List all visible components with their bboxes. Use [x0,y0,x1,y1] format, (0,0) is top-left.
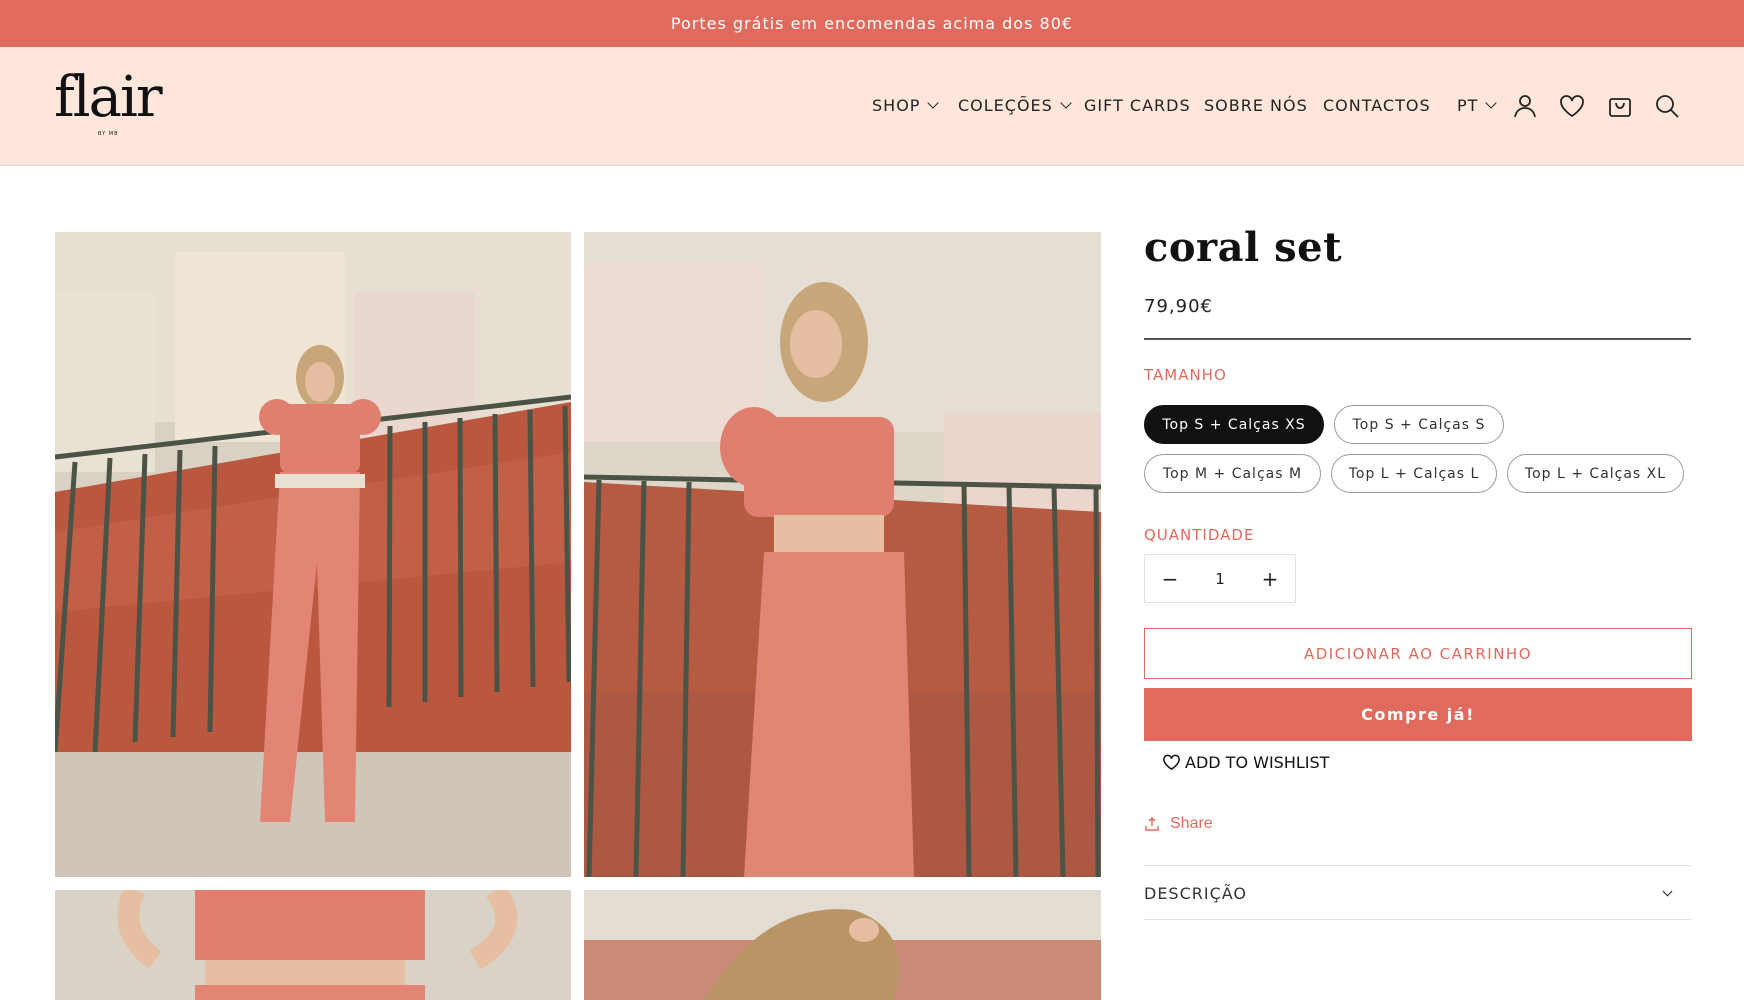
increase-quantity-button[interactable]: + [1245,555,1295,602]
product-photo-4[interactable] [584,890,1101,1000]
add-to-cart-button[interactable]: ADICIONAR AO CARRINHO [1144,628,1692,679]
site-header: flair BY MB SHOP COLEÇÕES GIFT CARDS SOB… [0,47,1744,166]
nav-item-gift-cards[interactable]: GIFT CARDS [1084,96,1191,115]
language-label: PT [1457,96,1479,115]
quantity-label: QUANTIDADE [1144,526,1255,544]
divider [1144,865,1691,866]
wishlist-label: ADD TO WISHLIST [1185,753,1330,772]
cart-icon[interactable] [1606,92,1634,120]
description-accordion[interactable]: DESCRIÇÃO [1144,867,1691,919]
product-photo-2[interactable] [584,232,1101,877]
chevron-down-icon [1485,97,1498,109]
brand-logo[interactable]: flair [54,70,166,138]
announcement-text: Portes grátis em encomendas acima dos 80… [670,14,1074,33]
size-option-top-l-calcas-xl[interactable]: Top L + Calças XL [1507,454,1684,493]
share-label: Share [1170,815,1213,832]
chevron-down-icon [927,97,940,109]
product-title: coral set [1144,224,1343,271]
size-option-top-l-calcas-l[interactable]: Top L + Calças L [1331,454,1497,493]
nav-item-shop[interactable]: SHOP [872,96,940,115]
language-selector[interactable]: PT [1457,96,1498,115]
nav-item-label: COLEÇÕES [958,96,1053,115]
description-label: DESCRIÇÃO [1144,883,1248,903]
quantity-input[interactable] [1195,569,1245,588]
product-price: 79,90€ [1144,296,1213,317]
chevron-down-icon [1060,97,1072,109]
product-photo-1[interactable] [55,232,571,877]
heart-icon [1163,754,1180,771]
divider [1144,919,1691,920]
search-icon[interactable] [1653,92,1681,120]
chevron-down-icon [1662,886,1673,896]
nav-item-colecoes[interactable]: COLEÇÕES [958,96,1072,115]
nav-item-contactos[interactable]: CONTACTOS [1323,96,1431,115]
nav-item-label: GIFT CARDS [1084,96,1191,115]
share-button[interactable]: Share [1144,815,1213,833]
size-option-top-s-calcas-s[interactable]: Top S + Calças S [1334,405,1504,444]
heart-icon[interactable] [1558,92,1586,120]
divider [1144,338,1691,340]
brand-tagline: BY MB [98,131,119,137]
product-photo-3[interactable] [55,890,571,1000]
nav-item-label: SHOP [872,96,921,115]
share-icon [1145,816,1159,831]
buy-now-button[interactable]: Compre já! [1144,688,1692,741]
announcement-bar: Portes grátis em encomendas acima dos 80… [0,0,1744,47]
account-icon[interactable] [1511,92,1539,120]
decrease-quantity-button[interactable]: − [1145,555,1195,602]
add-to-wishlist-button[interactable]: ADD TO WISHLIST [1162,753,1329,772]
nav-item-label: SOBRE NÓS [1204,96,1308,115]
size-option-top-s-calcas-xs[interactable]: Top S + Calças XS [1144,405,1324,444]
nav-item-label: CONTACTOS [1323,96,1431,115]
size-label: TAMANHO [1144,366,1227,384]
brand-logo-wordmark: flair [54,65,163,130]
size-option-top-m-calcas-m[interactable]: Top M + Calças M [1144,454,1321,493]
nav-item-sobre-nos[interactable]: SOBRE NÓS [1204,96,1308,115]
quantity-stepper: − + [1144,554,1296,603]
